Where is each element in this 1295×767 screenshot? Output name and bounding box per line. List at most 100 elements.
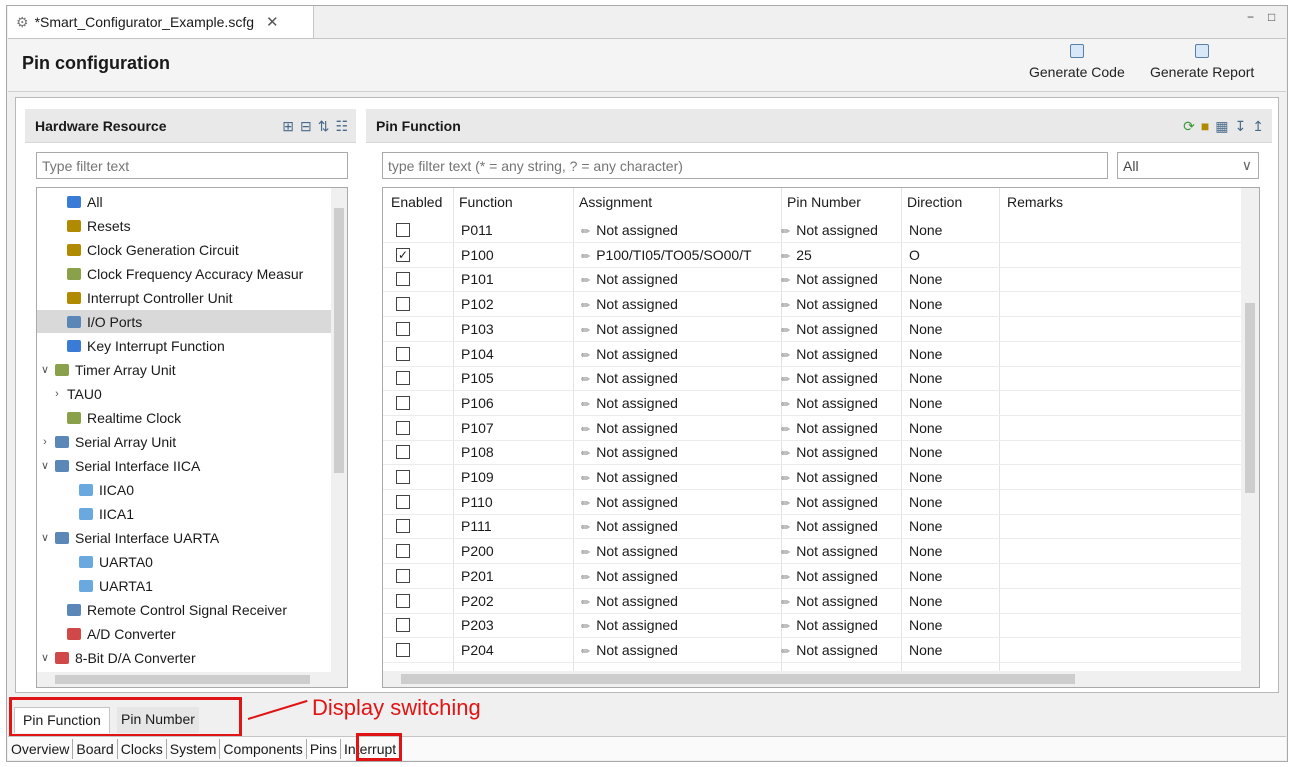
function-cell[interactable]: P110 <box>461 494 571 510</box>
direction-cell[interactable]: None <box>909 543 997 559</box>
scrollbar-thumb[interactable] <box>334 208 344 473</box>
enabled-checkbox[interactable] <box>396 494 410 509</box>
table-row[interactable]: P102 ✏ Not assigned ✏ Not assigned None <box>383 293 1241 318</box>
enabled-checkbox[interactable] <box>396 593 410 608</box>
scrollbar-thumb[interactable] <box>1245 303 1255 493</box>
direction-cell[interactable]: None <box>909 271 997 287</box>
direction-cell[interactable]: O <box>909 247 997 263</box>
assignment-cell[interactable]: ✏ Not assigned <box>581 271 779 287</box>
column-header[interactable]: Remarks <box>1007 194 1063 210</box>
enabled-checkbox[interactable] <box>396 346 410 361</box>
import-icon[interactable]: ↧ <box>1235 118 1247 135</box>
pin-number-cell[interactable]: ✏ Not assigned <box>781 395 899 411</box>
tree-item[interactable]: ∨ 8-Bit D/A Converter <box>37 646 333 669</box>
function-cell[interactable]: P103 <box>461 321 571 337</box>
tree-item[interactable]: A/D Converter <box>37 622 333 645</box>
tree-item[interactable]: Clock Generation Circuit <box>37 238 333 261</box>
function-cell[interactable]: P203 <box>461 617 571 633</box>
tab-pins[interactable]: Pins <box>306 738 342 759</box>
pin-number-cell[interactable]: ✏ Not assigned <box>781 617 899 633</box>
pin-number-cell[interactable]: ✏ 25 <box>781 247 899 263</box>
table-row[interactable]: P111 ✏ Not assigned ✏ Not assigned None <box>383 515 1241 540</box>
function-cell[interactable]: P200 <box>461 543 571 559</box>
pin-number-cell[interactable]: ✏ Not assigned <box>781 271 899 287</box>
direction-cell[interactable]: None <box>909 395 997 411</box>
sort-icon[interactable]: ⇅ <box>318 118 330 135</box>
function-cell[interactable]: P107 <box>461 420 571 436</box>
tree-item[interactable]: IICA1 <box>37 502 333 525</box>
expand-chevron-icon[interactable]: ∨ <box>39 459 51 472</box>
assignment-cell[interactable]: ✏ Not assigned <box>581 370 779 386</box>
maximize-button[interactable]: □ <box>1268 10 1275 24</box>
tree-item[interactable]: IICA0 <box>37 478 333 501</box>
table-row[interactable]: P106 ✏ Not assigned ✏ Not assigned None <box>383 392 1241 416</box>
function-cell[interactable]: P106 <box>461 395 571 411</box>
table-horizontal-scrollbar[interactable] <box>383 671 1259 687</box>
table-row[interactable]: P103 ✏ Not assigned ✏ Not assigned None <box>383 318 1241 342</box>
hierarchy-icon[interactable]: ☷ <box>335 118 348 135</box>
generate-report-button[interactable]: Generate Report <box>1150 44 1254 80</box>
tree-item[interactable]: ∨ Serial Interface UARTA <box>37 526 333 549</box>
direction-cell[interactable]: None <box>909 346 997 362</box>
pin-filter-input[interactable] <box>382 152 1108 179</box>
enabled-checkbox[interactable] <box>396 297 410 312</box>
direction-cell[interactable]: None <box>909 642 997 658</box>
direction-cell[interactable]: None <box>909 296 997 312</box>
pin-number-cell[interactable]: ✏ Not assigned <box>781 494 899 510</box>
column-header[interactable]: Assignment <box>579 194 652 210</box>
pin-number-cell[interactable]: ✏ Not assigned <box>781 346 899 362</box>
tree-item[interactable]: Realtime Clock <box>37 406 333 429</box>
pin-number-cell[interactable]: ✏ Not assigned <box>781 222 899 238</box>
tab-overview[interactable]: Overview <box>8 738 74 759</box>
direction-cell[interactable]: None <box>909 420 997 436</box>
column-header[interactable]: Pin Number <box>787 194 861 210</box>
expand-chevron-icon[interactable]: ∨ <box>39 531 51 544</box>
table-row[interactable]: P108 ✏ Not assigned ✏ Not assigned None <box>383 441 1241 466</box>
column-header[interactable]: Function <box>459 194 513 210</box>
expand-chevron-icon[interactable]: ∨ <box>39 651 51 664</box>
export-icon[interactable]: ↥ <box>1252 118 1264 135</box>
pin-number-cell[interactable]: ✏ Not assigned <box>781 296 899 312</box>
pin-number-cell[interactable]: ✏ Not assigned <box>781 518 899 534</box>
pin-number-cell[interactable]: ✏ Not assigned <box>781 593 899 609</box>
pin-number-cell[interactable]: ✏ Not assigned <box>781 370 899 386</box>
direction-cell[interactable]: None <box>909 370 997 386</box>
function-filter-dropdown[interactable]: All ∨ <box>1117 152 1259 179</box>
table-row[interactable]: P104 ✏ Not assigned ✏ Not assigned None <box>383 343 1241 367</box>
tree-item[interactable]: All <box>37 190 333 213</box>
editor-tab[interactable]: ⚙ *Smart_Configurator_Example.scfg ✕ <box>8 6 314 38</box>
scrollbar-thumb[interactable] <box>55 675 310 684</box>
column-header[interactable]: Enabled <box>391 194 442 210</box>
tab-clocks[interactable]: Clocks <box>118 738 167 759</box>
tree-horizontal-scrollbar[interactable] <box>37 672 347 687</box>
table-row[interactable]: P200 ✏ Not assigned ✏ Not assigned None <box>383 540 1241 565</box>
table-row[interactable]: P201 ✏ Not assigned ✏ Not assigned None <box>383 565 1241 589</box>
tree-item[interactable]: Key Interrupt Function <box>37 334 333 357</box>
assignment-cell[interactable]: ✏ Not assigned <box>581 469 779 485</box>
function-cell[interactable]: P101 <box>461 271 571 287</box>
enabled-checkbox[interactable]: ✓ <box>396 247 410 262</box>
table-row[interactable]: P203 ✏ Not assigned ✏ Not assigned None <box>383 614 1241 639</box>
enabled-checkbox[interactable] <box>396 544 410 559</box>
minimize-button[interactable]: − <box>1247 10 1254 24</box>
scrollbar-thumb[interactable] <box>401 674 1075 684</box>
pin-number-cell[interactable]: ✏ Not assigned <box>781 568 899 584</box>
assignment-cell[interactable]: ✏ Not assigned <box>581 642 779 658</box>
expand-all-icon[interactable]: ⊞ <box>282 118 294 135</box>
tree-vertical-scrollbar[interactable] <box>331 188 347 672</box>
table-row[interactable]: P110 ✏ Not assigned ✏ Not assigned None <box>383 491 1241 515</box>
tree-item[interactable]: › TAU0 <box>37 382 333 405</box>
function-cell[interactable]: P011 <box>461 222 571 238</box>
function-cell[interactable]: P100 <box>461 247 571 263</box>
assignment-cell[interactable]: ✏ Not assigned <box>581 568 779 584</box>
function-cell[interactable]: P201 <box>461 568 571 584</box>
enabled-checkbox[interactable] <box>396 568 410 583</box>
function-cell[interactable]: P105 <box>461 370 571 386</box>
function-cell[interactable]: P202 <box>461 593 571 609</box>
assignment-cell[interactable]: ✏ Not assigned <box>581 518 779 534</box>
enabled-checkbox[interactable] <box>396 420 410 435</box>
function-cell[interactable]: P204 <box>461 642 571 658</box>
save-list-icon[interactable]: ▦ <box>1215 118 1228 135</box>
expand-chevron-icon[interactable]: ∨ <box>39 363 51 376</box>
assignment-cell[interactable]: ✏ Not assigned <box>581 494 779 510</box>
